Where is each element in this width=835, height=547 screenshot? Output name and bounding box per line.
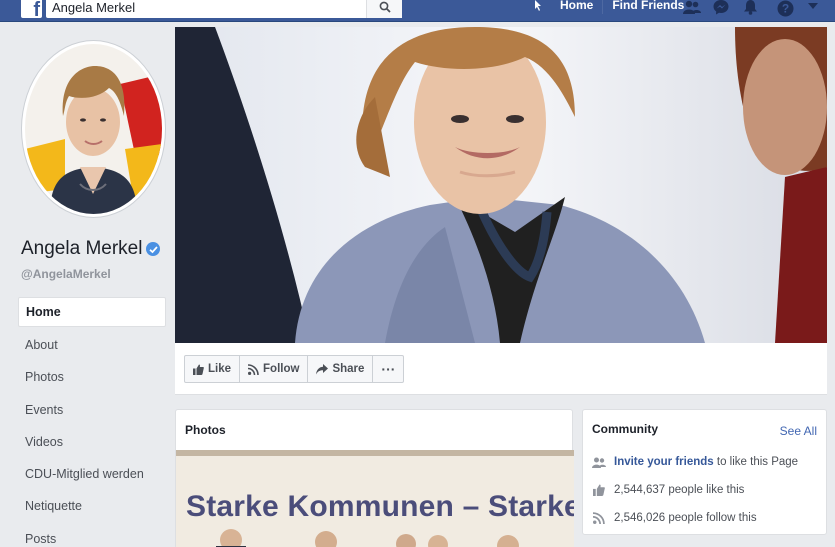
notifications-icon[interactable] [739,0,761,16]
sidebar-item-posts[interactable]: Posts [18,523,166,547]
verified-badge-icon [146,242,161,256]
profile-photo [25,44,162,214]
messenger-icon[interactable] [710,0,732,16]
page-action-bar: Like Follow Share ··· [175,343,827,395]
follows-count-text: 2,546,026 people follow this [614,512,757,524]
search-box [46,0,402,18]
rss-feed-icon [592,512,605,524]
sidebar-item-about[interactable]: About [18,329,166,361]
cover-photo[interactable] [175,27,827,343]
nav-home-link[interactable]: Home [551,0,602,14]
page-sidebar-nav: Home About Photos Events Videos CDU-Mitg… [18,297,166,547]
sidebar-item-netiquette[interactable]: Netiquette [18,490,166,522]
sidebar-item-home[interactable]: Home [18,297,166,327]
follow-button-label: Follow [263,363,300,375]
page-name-text: Angela Merkel [21,238,143,259]
like-button[interactable]: Like [185,356,239,382]
community-card: Community See All Invite your friends to… [582,409,827,535]
like-button-label: Like [208,363,232,375]
invite-friends-link[interactable]: Invite your friends [614,456,714,468]
profile-picture[interactable] [21,40,166,218]
more-options-icon: ··· [381,361,396,377]
follow-button[interactable]: Follow [239,356,307,382]
cursor-icon [535,0,541,11]
invite-friends-row: Invite your friends to like this Page [592,456,798,468]
search-icon [379,1,391,13]
photo-slogan-text: Starke Kommunen – Starkes De [186,490,574,523]
search-input[interactable] [46,0,366,18]
share-button[interactable]: Share [307,356,372,382]
follows-count-row: 2,546,026 people follow this [592,512,757,524]
rss-feed-icon [248,363,259,375]
photo-thumbnail[interactable]: Starke Kommunen – Starkes De [176,450,574,547]
search-button[interactable] [366,0,402,18]
sidebar-item-events[interactable]: Events [18,394,166,426]
thumbs-up-icon [193,364,204,375]
share-button-label: Share [332,363,365,375]
sidebar-item-videos[interactable]: Videos [18,426,166,458]
nav-find-friends-link[interactable]: Find Friends [602,0,693,14]
likes-count-text: 2,544,637 people like this [614,484,745,496]
see-all-link[interactable]: See All [780,424,817,438]
facebook-logo-icon[interactable]: f [21,0,42,21]
friend-requests-icon[interactable] [681,0,703,16]
action-button-group: Like Follow Share ··· [184,355,405,383]
people-icon [592,457,606,468]
svg-text:?: ? [781,1,788,15]
invite-text: Invite your friends to like this Page [614,456,798,468]
community-card-title: Community [592,422,658,436]
page-title: Angela Merkel [21,238,161,260]
thumbs-up-icon [593,484,605,496]
top-nav-links: Home Find Friends [551,0,693,22]
likes-count-row: 2,544,637 people like this [592,484,744,496]
invite-text-rest: to like this Page [713,456,799,468]
photos-card-title[interactable]: Photos [185,423,226,437]
help-icon[interactable]: ? [775,0,795,18]
sidebar-item-cdu-membership[interactable]: CDU-Mitglied werden [18,458,166,490]
chevron-down-icon[interactable] [806,0,820,13]
more-options-button[interactable]: ··· [372,356,403,382]
page-handle[interactable]: @AngelaMerkel [21,267,111,281]
share-arrow-icon [316,363,329,374]
top-navigation-bar: f Home Find Friends ? [0,0,835,22]
photos-card: Photos Starke Kommunen – Starkes De [175,409,574,547]
sidebar-item-photos[interactable]: Photos [18,361,166,393]
